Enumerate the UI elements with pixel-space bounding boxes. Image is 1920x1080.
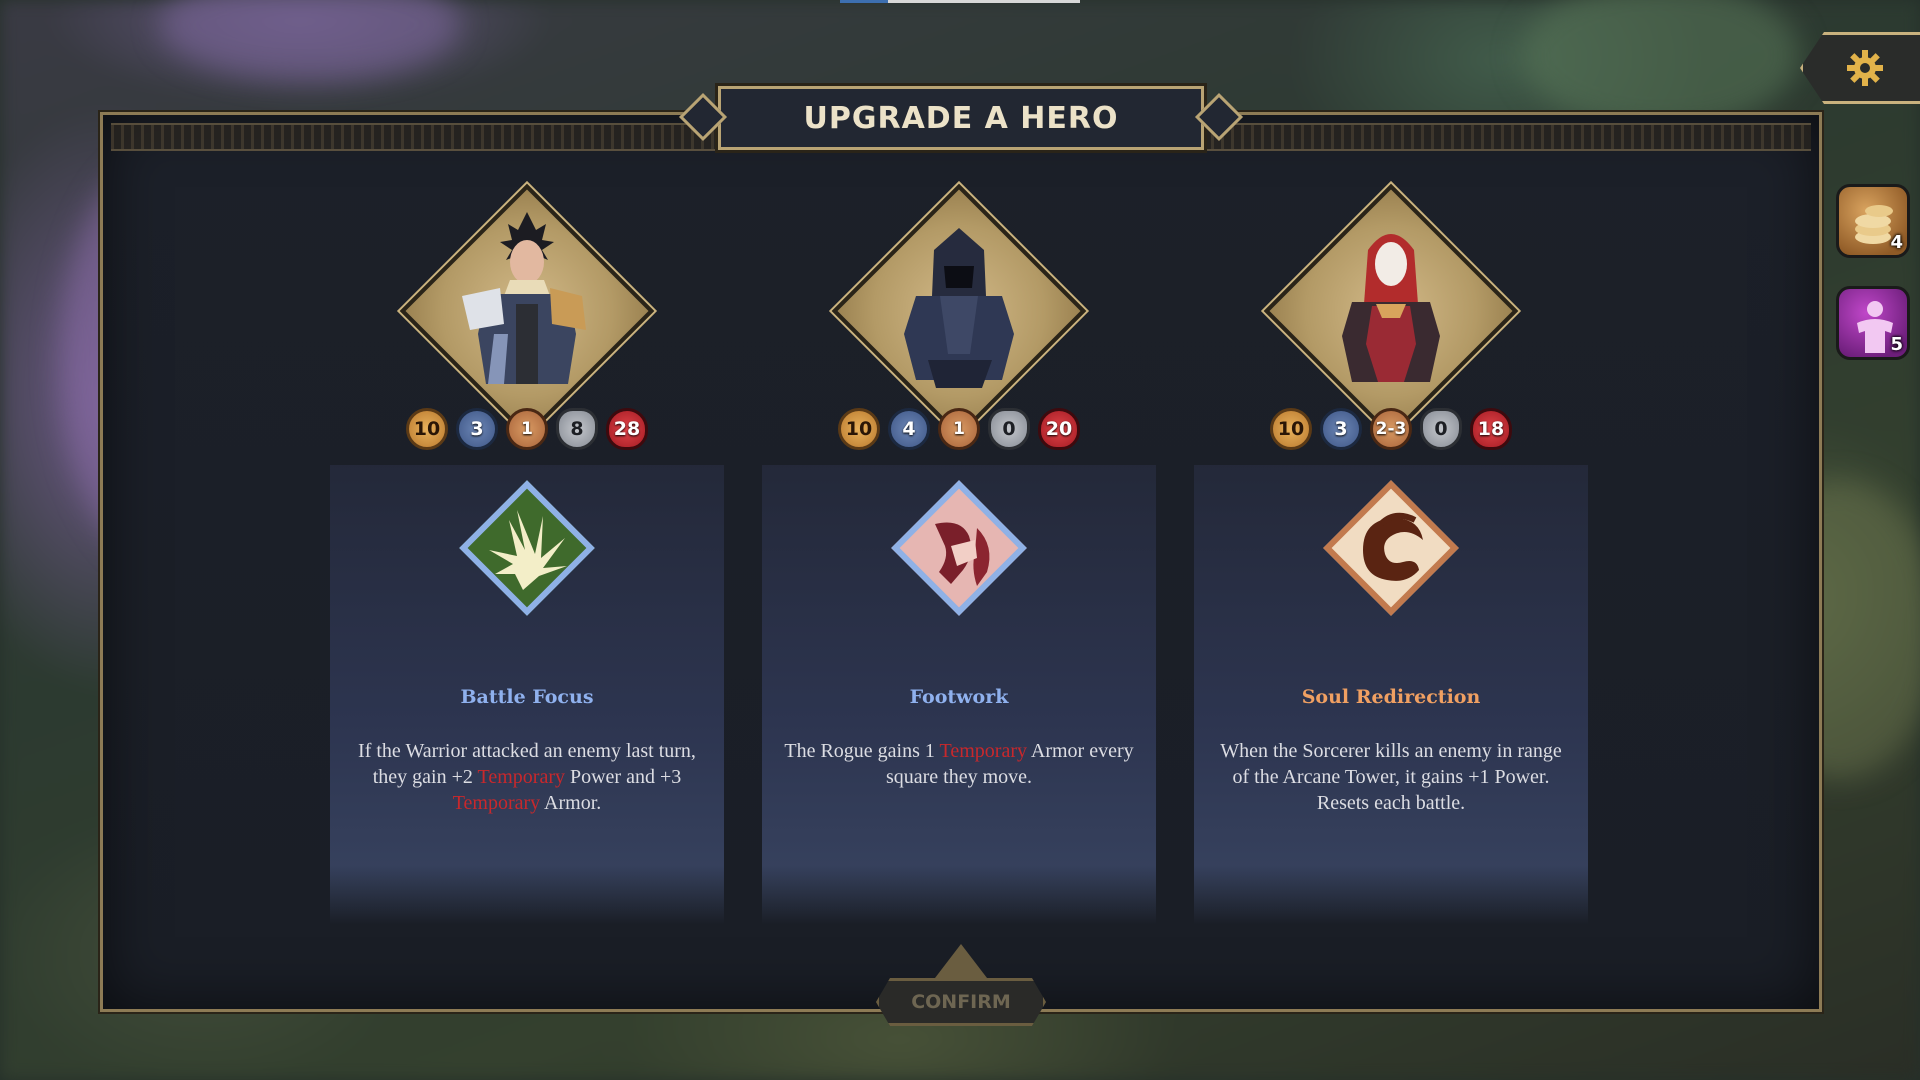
ability-description: When the Sorcerer kills an enemy in rang…	[1220, 740, 1562, 814]
stat-move: 10	[1270, 408, 1312, 450]
gold-count: 4	[1890, 232, 1903, 253]
page-title: UPGRADE A HERO	[803, 100, 1119, 136]
progress-bar	[840, 0, 1080, 3]
stat-health: 18	[1470, 408, 1512, 450]
battle-focus-icon	[459, 480, 595, 616]
sorcerer-figure-icon	[1342, 234, 1440, 382]
hero-stats: 10 3 1 8 28	[330, 408, 724, 450]
stat-range: 3	[456, 408, 498, 450]
ability-name: Soul Redirection	[1301, 686, 1481, 708]
warrior-portrait	[399, 183, 655, 439]
rogue-figure-icon	[904, 228, 1014, 388]
warrior-figure-icon	[462, 212, 586, 384]
title-plate: UPGRADE A HERO	[718, 86, 1204, 150]
stat-move: 10	[406, 408, 448, 450]
ability-description: If the Warrior attacked an enemy last tu…	[358, 740, 696, 814]
hero-card-rogue[interactable]: 10 4 1 0 20 Footwork The Rogue gains 1 T…	[762, 170, 1156, 850]
stat-power: 1	[506, 408, 548, 450]
footwork-icon	[891, 480, 1027, 616]
ability-description: The Rogue gains 1 Temporary Armor every …	[784, 740, 1134, 788]
temporary-keyword: Temporary	[477, 766, 565, 788]
ability-name: Footwork	[909, 686, 1009, 708]
temporary-keyword: Temporary	[452, 792, 541, 814]
hero-card-warrior[interactable]: 10 3 1 8 28 Battle Focus If the Warrior …	[330, 170, 724, 850]
stat-health: 28	[606, 408, 648, 450]
stat-move: 10	[838, 408, 880, 450]
hero-card-sorcerer[interactable]: 10 3 2-3 0 18 Soul Redirection When the …	[1194, 170, 1588, 850]
sorcerer-portrait	[1263, 183, 1519, 439]
soul-redirection-icon	[1323, 480, 1459, 616]
rogue-portrait	[831, 183, 1087, 439]
confirm-button[interactable]: CONFIRM	[876, 978, 1046, 1026]
temporary-keyword: Temporary	[939, 740, 1027, 762]
gold-coins-button[interactable]: 4	[1836, 184, 1910, 258]
settings-button[interactable]	[1800, 32, 1920, 104]
gear-icon	[1847, 50, 1883, 86]
stat-armor: 0	[1420, 408, 1462, 450]
hero-stats: 10 4 1 0 20	[762, 408, 1156, 450]
stat-range: 3	[1320, 408, 1362, 450]
hero-stats: 10 3 2-3 0 18	[1194, 408, 1588, 450]
stat-armor: 8	[556, 408, 598, 450]
hero-count: 5	[1890, 334, 1903, 355]
ability-name: Battle Focus	[460, 686, 594, 708]
stat-range: 4	[888, 408, 930, 450]
stat-armor: 0	[988, 408, 1030, 450]
stat-power: 1	[938, 408, 980, 450]
confirm-ornament	[935, 944, 987, 978]
stat-health: 20	[1038, 408, 1080, 450]
hero-roster-button[interactable]: 5	[1836, 286, 1910, 360]
stat-power: 2-3	[1370, 408, 1412, 450]
